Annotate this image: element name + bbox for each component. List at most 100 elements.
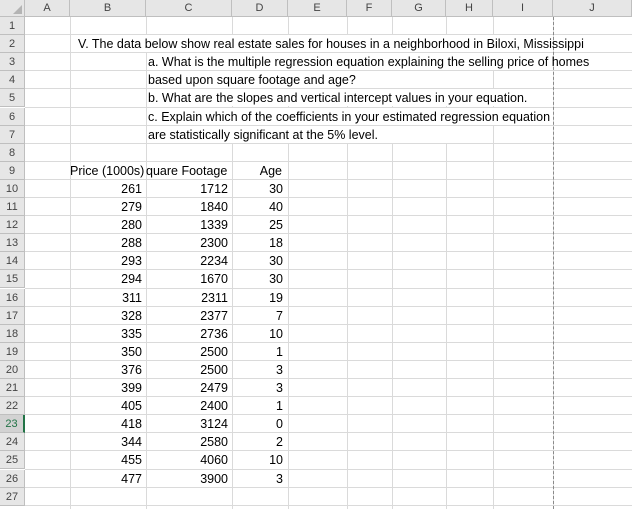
- age-cell[interactable]: 40: [232, 198, 283, 216]
- row-header-13[interactable]: 13: [0, 234, 25, 253]
- age-cell[interactable]: 3: [232, 379, 283, 397]
- row-header-26[interactable]: 26: [0, 469, 25, 488]
- price-cell[interactable]: 418: [70, 415, 142, 433]
- square-footage-cell[interactable]: 2479: [146, 379, 228, 397]
- column-header-d[interactable]: D: [232, 0, 288, 17]
- row-header-15[interactable]: 15: [0, 270, 25, 289]
- price-cell[interactable]: 261: [70, 180, 142, 198]
- question-c-line2-cell[interactable]: are statistically significant at the 5% …: [148, 126, 378, 144]
- column-header-a[interactable]: A: [25, 0, 70, 17]
- row-header-18[interactable]: 18: [0, 324, 25, 343]
- row-header-2[interactable]: 2: [0, 35, 25, 54]
- column-header-h[interactable]: H: [446, 0, 493, 17]
- square-footage-cell[interactable]: 2400: [146, 397, 228, 415]
- row-header-27[interactable]: 27: [0, 487, 25, 506]
- square-footage-cell[interactable]: 1670: [146, 270, 228, 288]
- row-header-6[interactable]: 6: [0, 107, 25, 126]
- select-all-corner[interactable]: [0, 0, 25, 17]
- square-footage-cell[interactable]: 2311: [146, 289, 228, 307]
- column-header-c[interactable]: C: [146, 0, 232, 17]
- square-footage-cell[interactable]: 2300: [146, 234, 228, 252]
- row-header-12[interactable]: 12: [0, 216, 25, 235]
- column-header-g[interactable]: G: [392, 0, 446, 17]
- price-cell[interactable]: 279: [70, 198, 142, 216]
- square-footage-cell[interactable]: 3900: [146, 470, 228, 488]
- intro-text-cell[interactable]: V. The data below show real estate sales…: [78, 35, 584, 53]
- age-cell[interactable]: 25: [232, 216, 283, 234]
- row-header-19[interactable]: 19: [0, 342, 25, 361]
- header-square-footage-cell[interactable]: quare Footage: [146, 162, 228, 180]
- price-cell[interactable]: 376: [70, 361, 142, 379]
- price-cell[interactable]: 455: [70, 451, 142, 469]
- age-cell[interactable]: 3: [232, 470, 283, 488]
- square-footage-cell[interactable]: 1712: [146, 180, 228, 198]
- price-cell[interactable]: 328: [70, 307, 142, 325]
- age-cell[interactable]: 1: [232, 343, 283, 361]
- column-header-i[interactable]: I: [493, 0, 553, 17]
- square-footage-cell[interactable]: 2500: [146, 361, 228, 379]
- price-cell[interactable]: 350: [70, 343, 142, 361]
- question-b-cell[interactable]: b. What are the slopes and vertical inte…: [148, 89, 527, 107]
- row-header-3[interactable]: 3: [0, 53, 25, 72]
- price-cell[interactable]: 311: [70, 289, 142, 307]
- price-cell[interactable]: 399: [70, 379, 142, 397]
- age-cell[interactable]: 30: [232, 270, 283, 288]
- age-cell[interactable]: 30: [232, 180, 283, 198]
- header-price-cell[interactable]: Price (1000s): [70, 162, 144, 180]
- row-header-11[interactable]: 11: [0, 198, 25, 217]
- column-header-j[interactable]: J: [553, 0, 632, 17]
- row-header-25[interactable]: 25: [0, 451, 25, 470]
- age-cell[interactable]: 19: [232, 289, 283, 307]
- price-cell[interactable]: 405: [70, 397, 142, 415]
- row-header-7[interactable]: 7: [0, 125, 25, 144]
- row-header-22[interactable]: 22: [0, 397, 25, 416]
- square-footage-cell[interactable]: 2500: [146, 343, 228, 361]
- age-cell[interactable]: 1: [232, 397, 283, 415]
- row-header-16[interactable]: 16: [0, 288, 25, 307]
- price-cell[interactable]: 335: [70, 325, 142, 343]
- square-footage-cell[interactable]: 3124: [146, 415, 228, 433]
- square-footage-cell[interactable]: 4060: [146, 451, 228, 469]
- square-footage-cell[interactable]: 1840: [146, 198, 228, 216]
- age-cell[interactable]: 10: [232, 325, 283, 343]
- question-a-line1-cell[interactable]: a. What is the multiple regression equat…: [148, 53, 589, 71]
- square-footage-cell[interactable]: 2736: [146, 325, 228, 343]
- row-header-24[interactable]: 24: [0, 433, 25, 452]
- square-footage-cell[interactable]: 2580: [146, 433, 228, 451]
- row-header-20[interactable]: 20: [0, 360, 25, 379]
- price-cell[interactable]: 288: [70, 234, 142, 252]
- age-cell[interactable]: 18: [232, 234, 283, 252]
- select-all-triangle: [13, 5, 22, 14]
- age-cell[interactable]: 30: [232, 252, 283, 270]
- row-header-17[interactable]: 17: [0, 306, 25, 325]
- price-cell[interactable]: 477: [70, 470, 142, 488]
- square-footage-cell[interactable]: 2377: [146, 307, 228, 325]
- row-header-14[interactable]: 14: [0, 252, 25, 271]
- price-cell[interactable]: 280: [70, 216, 142, 234]
- square-footage-cell[interactable]: 2234: [146, 252, 228, 270]
- price-cell[interactable]: 344: [70, 433, 142, 451]
- question-a-line2-cell[interactable]: based upon square footage and age?: [148, 71, 356, 89]
- row-header-4[interactable]: 4: [0, 71, 25, 90]
- row-header-23[interactable]: 23: [0, 415, 25, 434]
- question-c-line1-cell[interactable]: c. Explain which of the coefficients in …: [148, 108, 550, 126]
- column-header-e[interactable]: E: [288, 0, 347, 17]
- age-cell[interactable]: 3: [232, 361, 283, 379]
- age-cell[interactable]: 10: [232, 451, 283, 469]
- age-cell[interactable]: 2: [232, 433, 283, 451]
- row-header-9[interactable]: 9: [0, 161, 25, 180]
- row-header-21[interactable]: 21: [0, 379, 25, 398]
- row-header-10[interactable]: 10: [0, 179, 25, 198]
- header-age-cell[interactable]: Age: [232, 162, 282, 180]
- row-header-1[interactable]: 1: [0, 17, 25, 36]
- price-cell[interactable]: 293: [70, 252, 142, 270]
- column-header-b[interactable]: B: [70, 0, 146, 17]
- square-footage-cell[interactable]: 1339: [146, 216, 228, 234]
- column-header-f[interactable]: F: [347, 0, 392, 17]
- row-header-8[interactable]: 8: [0, 143, 25, 162]
- age-cell[interactable]: 0: [232, 415, 283, 433]
- spreadsheet-grid[interactable]: A B C D E F G H I J 1 2 3 4 5 6 7 8 9 10 11 12 13 14 15 16 17 18 19 2…: [0, 0, 632, 509]
- age-cell[interactable]: 7: [232, 307, 283, 325]
- price-cell[interactable]: 294: [70, 270, 142, 288]
- row-header-5[interactable]: 5: [0, 89, 25, 108]
